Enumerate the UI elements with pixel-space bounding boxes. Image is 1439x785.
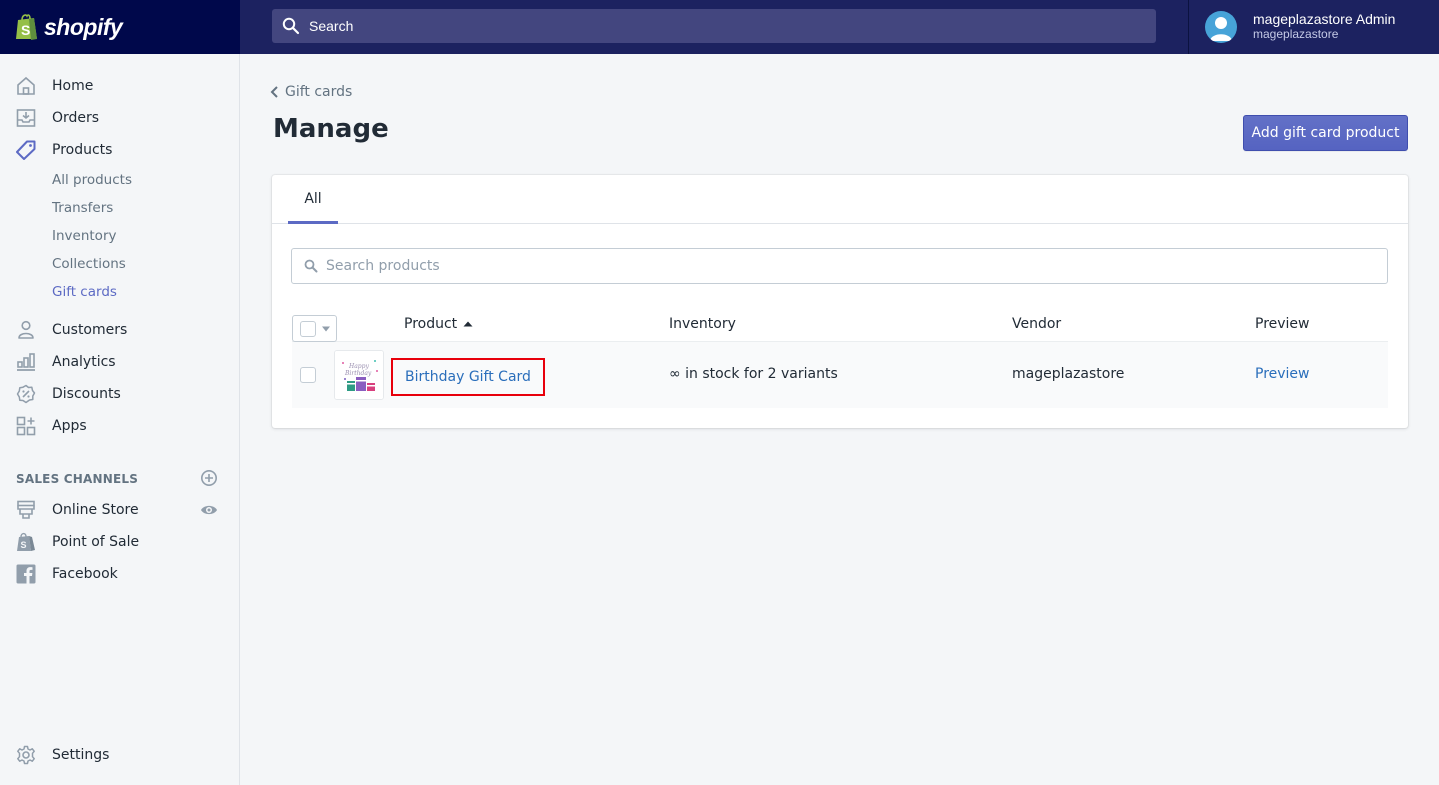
search-label: Search xyxy=(309,18,354,34)
inventory-cell: ∞ in stock for 2 variants xyxy=(669,366,838,382)
discount-icon xyxy=(16,384,36,404)
column-header-inventory: Inventory xyxy=(669,316,736,332)
user-menu[interactable]: mageplazastore Admin mageplazastore xyxy=(1188,0,1439,54)
top-bar: S shopify Search mageplazastore Admin ma… xyxy=(0,0,1439,54)
apps-icon xyxy=(16,416,36,436)
add-gift-card-product-button[interactable]: Add gift card product xyxy=(1243,115,1408,151)
sales-channels-heading: SALES CHANNELS xyxy=(16,472,139,486)
svg-text:Birthday: Birthday xyxy=(344,370,372,377)
svg-text:S: S xyxy=(21,22,30,38)
tab-all[interactable]: All xyxy=(288,175,338,224)
add-channel-icon[interactable] xyxy=(200,469,218,487)
sidebar-item-orders[interactable]: Orders xyxy=(0,102,239,134)
orders-icon xyxy=(16,108,36,128)
sidebar-item-analytics[interactable]: Analytics xyxy=(0,346,239,378)
sidebar-item-home[interactable]: Home xyxy=(0,70,239,102)
sidebar-item-discounts[interactable]: Discounts xyxy=(0,378,239,410)
customer-icon xyxy=(16,320,36,340)
tag-icon xyxy=(16,140,36,160)
pos-bag-icon: S xyxy=(16,532,36,552)
home-icon xyxy=(16,76,36,96)
sidebar-item-point-of-sale[interactable]: S Point of Sale xyxy=(0,526,239,558)
column-header-preview: Preview xyxy=(1255,316,1310,332)
column-header-vendor: Vendor xyxy=(1012,316,1062,332)
sort-ascending-icon xyxy=(463,321,473,327)
user-icon xyxy=(1210,17,1232,41)
sidebar-subitem-all-products[interactable]: All products xyxy=(52,168,132,192)
sidebar-subitem-transfers[interactable]: Transfers xyxy=(52,196,113,220)
page-title: Manage xyxy=(273,114,389,144)
search-icon xyxy=(282,17,300,35)
chevron-left-icon xyxy=(270,86,278,98)
bulk-select-dropdown[interactable] xyxy=(292,315,337,342)
vendor-cell: mageplazastore xyxy=(1012,366,1125,382)
sidebar-item-settings[interactable]: Settings xyxy=(0,739,239,771)
analytics-icon xyxy=(16,352,36,372)
svg-text:S: S xyxy=(21,540,27,550)
global-search[interactable]: Search xyxy=(272,9,1156,43)
product-search-field[interactable] xyxy=(291,248,1388,284)
shopify-bag-icon: S xyxy=(16,14,37,40)
table-header: Product Inventory Vendor Preview xyxy=(292,312,1388,342)
sidebar-subitem-gift-cards[interactable]: Gift cards xyxy=(52,280,117,304)
sidebar-subitem-collections[interactable]: Collections xyxy=(52,252,126,276)
sidebar-item-products[interactable]: Products xyxy=(0,134,239,166)
sidebar-subitem-inventory[interactable]: Inventory xyxy=(52,224,116,248)
avatar xyxy=(1205,11,1237,43)
search-products-input[interactable] xyxy=(326,258,1326,274)
sidebar-item-customers[interactable]: Customers xyxy=(0,314,239,346)
caret-down-icon xyxy=(322,326,330,331)
brand-name: shopify xyxy=(44,13,123,40)
shopify-logo[interactable]: S shopify xyxy=(0,0,240,54)
gift-card-image-icon: Happy Birthday xyxy=(335,351,383,399)
svg-text:Happy: Happy xyxy=(348,363,369,370)
user-name: mageplazastore Admin xyxy=(1253,11,1396,27)
preview-link[interactable]: Preview xyxy=(1255,366,1310,382)
gear-icon xyxy=(16,745,36,765)
table-row: Happy Birthday Birthday Gift Card ∞ in s… xyxy=(292,342,1388,408)
column-header-product[interactable]: Product xyxy=(404,316,473,332)
select-all-checkbox[interactable] xyxy=(300,320,316,337)
facebook-icon xyxy=(16,564,36,584)
sidebar-item-facebook[interactable]: Facebook xyxy=(0,558,239,590)
sidebar: Home Orders Products All products Transf… xyxy=(0,54,240,785)
search-icon xyxy=(304,259,318,273)
product-thumbnail[interactable]: Happy Birthday xyxy=(334,350,384,400)
tab-bar: All xyxy=(272,175,1408,224)
row-checkbox[interactable] xyxy=(300,367,316,383)
sidebar-item-apps[interactable]: Apps xyxy=(0,410,239,442)
products-card: All Product Inventory Vendor Preview Hap… xyxy=(272,175,1408,428)
breadcrumb-back[interactable]: Gift cards xyxy=(270,84,352,100)
view-store-eye-icon[interactable] xyxy=(200,501,218,519)
store-icon xyxy=(16,500,36,520)
breadcrumb-label: Gift cards xyxy=(285,84,353,100)
user-store: mageplazastore xyxy=(1253,27,1339,41)
product-link-birthday-gift-card[interactable]: Birthday Gift Card xyxy=(391,358,545,396)
